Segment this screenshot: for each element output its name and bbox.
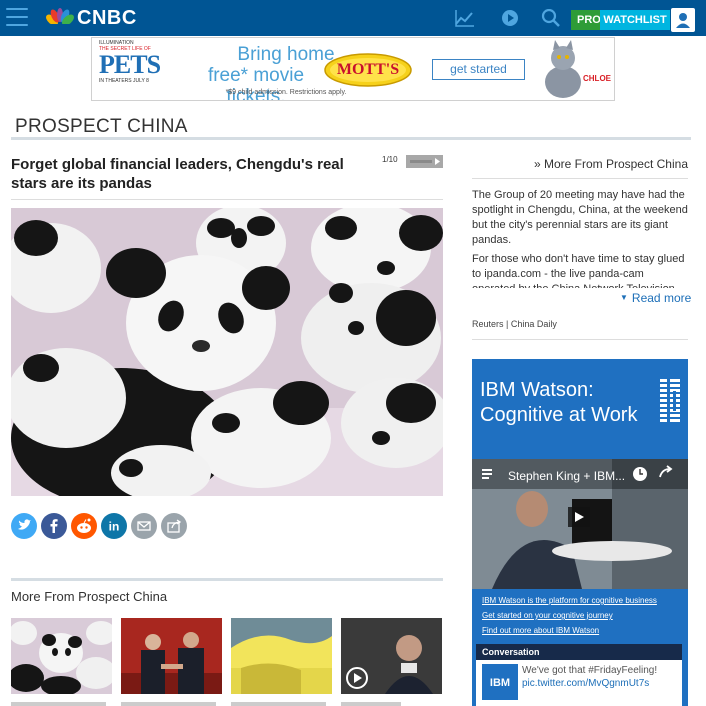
ibm-ad-title: IBM Watson: Cognitive at Work — [480, 379, 638, 426]
motts-brand-text: MOTT'S — [336, 61, 400, 78]
article-title: Forget global financial leaders, Chengdu… — [11, 156, 344, 192]
share-icon — [161, 513, 187, 539]
reddit-icon — [71, 513, 97, 539]
slide-counter: 1/10 — [382, 155, 398, 164]
more-from-link[interactable]: » More From Prospect China — [472, 157, 688, 171]
ibm-watson-ad[interactable]: IBM Watson: Cognitive at Work Stephen Ki… — [472, 359, 688, 706]
slideshow-nav-button[interactable] — [406, 155, 443, 168]
svg-text:IBM: IBM — [490, 677, 510, 689]
more-thumb-pandas[interactable] — [11, 618, 112, 694]
watchlist-button[interactable]: WATCHLIST — [600, 10, 670, 30]
photo-credits: Reuters | China Daily — [472, 319, 557, 329]
ibm-logo — [658, 377, 682, 425]
cnbc-logo[interactable]: CNBC — [46, 6, 137, 30]
ibm-link-3[interactable]: Find out more about IBM Watson — [482, 626, 682, 635]
linkedin-icon: in — [101, 513, 127, 539]
more-thumb-yellow-machine[interactable] — [231, 618, 332, 694]
more-section-title: More From Prospect China — [11, 589, 168, 604]
markets-chart-icon[interactable] — [455, 9, 475, 27]
email-icon — [131, 513, 157, 539]
summary-paragraph-2: For those who don't have time to stay gl… — [472, 253, 685, 288]
article-divider — [11, 199, 443, 200]
summary-paragraph-1: The Group of 20 meeting may have had the… — [472, 189, 688, 246]
more-thumb-handshake[interactable] — [121, 618, 222, 694]
ad-fine-print: *$9 child admission. Restrictions apply. — [225, 89, 347, 96]
top-nav-bar: CNBC PRO WATCHLIST — [0, 0, 706, 36]
tweet-card[interactable]: IBM We've got that #FridayFeeling! pic.t… — [476, 660, 682, 706]
ibm-video-player[interactable]: Stephen King + IBM... — [472, 459, 688, 589]
ibm-link-2[interactable]: Get started on your cognitive journey — [482, 611, 682, 620]
email-share-button[interactable] — [131, 513, 157, 539]
sidebar-divider — [472, 339, 688, 340]
motts-logo: MOTT'S — [324, 53, 412, 87]
more-share-button[interactable] — [161, 513, 187, 539]
thumb-caption-placeholder — [11, 702, 106, 706]
menu-icon[interactable] — [6, 8, 28, 28]
read-more-label: Read more — [631, 291, 692, 305]
tweet-message: We've got that #FridayFeeling! — [522, 665, 658, 676]
section-title: PROSPECT CHINA — [15, 116, 188, 137]
section-divider — [11, 137, 691, 140]
poster-title: PETS — [99, 50, 161, 79]
peacock-icon — [46, 8, 74, 28]
more-section-divider — [11, 578, 443, 581]
thumb-caption-placeholder — [121, 702, 216, 706]
facebook-share-button[interactable] — [41, 513, 67, 539]
svg-text:in: in — [109, 520, 120, 534]
ad-character-name: CHLOE — [583, 74, 611, 83]
get-started-button[interactable]: get started — [432, 59, 525, 80]
chevron-down-icon: ▼ — [620, 293, 628, 302]
tweet-text: We've got that #FridayFeeling! pic.twitt… — [522, 664, 680, 690]
more-thumb-video[interactable] — [341, 618, 442, 694]
search-icon[interactable] — [541, 9, 561, 27]
ibm-link-1[interactable]: IBM Watson is the platform for cognitive… — [482, 596, 682, 605]
pets-poster: ILLUMINATION THE SECRET LIFE OF PETS IN … — [99, 40, 161, 98]
facebook-icon — [41, 513, 67, 539]
twitter-share-button[interactable] — [11, 513, 37, 539]
user-icon — [676, 13, 690, 28]
video-play-icon[interactable] — [500, 9, 520, 27]
conversation-header: Conversation — [476, 644, 682, 660]
pandas-photo[interactable] — [11, 208, 443, 496]
reddit-share-button[interactable] — [71, 513, 97, 539]
logo-text: CNBC — [77, 6, 137, 29]
sidebar-divider — [472, 178, 688, 179]
read-more-link[interactable]: ▼ Read more — [620, 291, 691, 305]
video-title: Stephen King + IBM... — [508, 469, 626, 483]
twitter-icon — [11, 513, 37, 539]
poster-date: IN THEATERS JULY 8 — [99, 78, 149, 84]
movie-ad-banner[interactable]: ILLUMINATION THE SECRET LIFE OF PETS IN … — [91, 37, 615, 101]
tweet-link[interactable]: pic.twitter.com/MvQgnmUt7s — [522, 677, 680, 690]
thumb-caption-placeholder — [231, 702, 326, 706]
user-account-button[interactable] — [671, 8, 695, 32]
cat-illustration — [537, 40, 593, 100]
thumb-caption-placeholder — [341, 702, 401, 706]
linkedin-share-button[interactable]: in — [101, 513, 127, 539]
ibm-avatar: IBM — [482, 664, 518, 700]
